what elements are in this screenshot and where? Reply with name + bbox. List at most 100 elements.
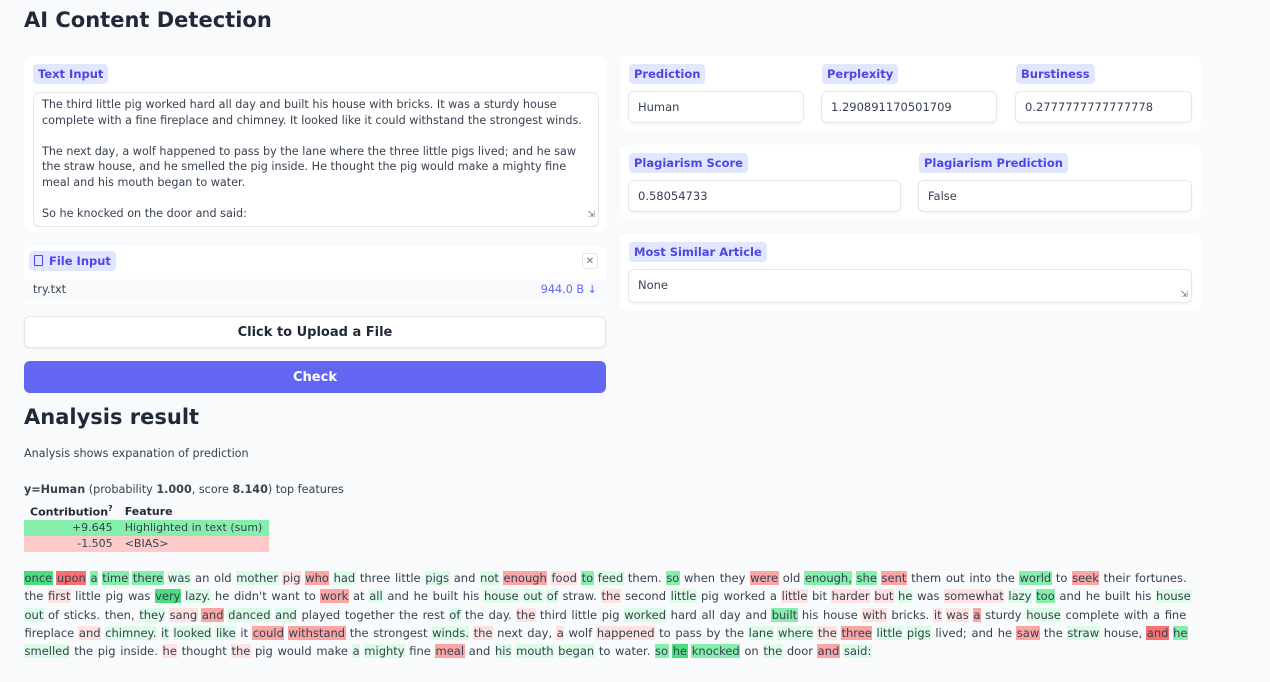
- token: wolf: [568, 625, 593, 640]
- contribution-header: Contribution?: [30, 504, 113, 519]
- token: water.: [615, 644, 651, 659]
- token: the: [1043, 625, 1063, 640]
- token: an: [195, 571, 210, 585]
- token: when: [684, 571, 716, 585]
- perplexity-field[interactable]: 1.290891170501709: [821, 91, 997, 123]
- token: it: [933, 607, 943, 622]
- file-size-download-link[interactable]: 944.0 B ↓: [541, 283, 597, 296]
- token: third: [539, 607, 567, 622]
- plagiarism-prediction-label: Plagiarism Prediction: [919, 153, 1068, 173]
- token: strongest: [373, 625, 428, 640]
- token: day.: [488, 607, 512, 622]
- prediction-summary: y=Human (probability 1.000, score 8.140)…: [24, 483, 344, 496]
- token: three: [840, 625, 873, 640]
- feature-cell: Highlighted in text (sum): [124, 521, 263, 535]
- token: who: [304, 571, 330, 585]
- token: the: [230, 644, 251, 659]
- check-button[interactable]: Check: [24, 361, 606, 393]
- token: upon: [56, 571, 87, 585]
- token: to: [1055, 571, 1068, 585]
- upload-file-button[interactable]: Click to Upload a File: [24, 316, 606, 348]
- probability-value: 1.000: [156, 483, 192, 496]
- token: he: [672, 644, 688, 659]
- token: they: [719, 571, 746, 585]
- token: didn't: [233, 589, 267, 604]
- feature-header: Feature: [124, 504, 173, 518]
- y-label: y=Human: [24, 483, 86, 496]
- token: his: [801, 607, 819, 622]
- clear-file-button[interactable]: ✕: [582, 253, 598, 269]
- prediction-field[interactable]: Human: [628, 91, 804, 123]
- token: lazy.: [184, 589, 211, 604]
- plagiarism-card: Plagiarism Score 0.58054733 Plagiarism P…: [620, 145, 1201, 220]
- token: to: [598, 644, 611, 659]
- token: sticks.: [63, 607, 101, 622]
- token: house: [822, 607, 858, 622]
- token: little: [75, 589, 101, 604]
- token: built: [1104, 589, 1131, 604]
- resize-handle-icon[interactable]: ⇲: [1180, 290, 1188, 300]
- token: there: [132, 571, 164, 585]
- resize-handle-icon[interactable]: ⇲: [587, 208, 595, 224]
- token: time: [101, 571, 129, 585]
- token: he: [162, 644, 178, 659]
- token: a: [1152, 607, 1161, 622]
- token: house: [483, 589, 520, 604]
- text-paragraph-1: The third little pig worked hard all day…: [42, 98, 582, 127]
- help-icon[interactable]: ?: [108, 504, 113, 513]
- token: the: [725, 625, 745, 640]
- token: was: [945, 607, 970, 622]
- text-input-textarea[interactable]: The third little pig worked hard all day…: [33, 92, 599, 227]
- metrics-card: Prediction Human Perplexity 1.2908911705…: [620, 56, 1201, 131]
- feature-cell: <BIAS>: [124, 537, 169, 551]
- token: the: [996, 571, 1015, 585]
- token: fine: [409, 644, 431, 659]
- token: together: [344, 607, 395, 622]
- token: on: [744, 644, 759, 659]
- token: a: [769, 589, 777, 604]
- token: he: [1172, 625, 1188, 640]
- token: said:: [843, 644, 872, 659]
- token: the: [399, 607, 418, 622]
- token: the: [74, 644, 94, 659]
- token: then,: [104, 607, 135, 622]
- token: next: [497, 625, 523, 640]
- token: enough: [503, 571, 548, 585]
- token: pigs: [906, 625, 932, 640]
- token: the: [515, 607, 536, 622]
- burstiness-field[interactable]: 0.2777777777777778: [1015, 91, 1192, 123]
- text-paragraph-2: The next day, a wolf happened to pass by…: [42, 144, 577, 189]
- token: and: [971, 625, 994, 640]
- plagiarism-score-field[interactable]: 0.58054733: [628, 180, 901, 212]
- token: house: [1025, 607, 1062, 622]
- text-paragraph-3: So he knocked on the door and said:: [42, 207, 247, 221]
- token: straw: [1066, 625, 1100, 640]
- most-similar-article-field[interactable]: None ⇲: [628, 269, 1192, 303]
- token: inside.: [120, 644, 158, 659]
- token: and: [817, 644, 840, 659]
- token: make: [316, 644, 348, 659]
- token: little: [571, 607, 598, 622]
- token: mother: [235, 571, 279, 585]
- token: of: [448, 607, 461, 622]
- plagiarism-prediction-field[interactable]: False: [918, 180, 1192, 212]
- token: of: [546, 589, 559, 604]
- token: old: [214, 571, 232, 585]
- token: saw: [1016, 625, 1040, 640]
- file-name: try.txt: [33, 283, 66, 296]
- token: the: [817, 625, 838, 640]
- token: it: [240, 625, 249, 640]
- analysis-description: Analysis shows expanation of prediction: [24, 447, 249, 460]
- text-input-card: Text Input The third little pig worked h…: [24, 56, 606, 232]
- token: complete: [1065, 607, 1120, 622]
- token: happened: [596, 625, 656, 640]
- token: was: [127, 589, 151, 604]
- token: somewhat: [943, 589, 1005, 604]
- token: danced: [227, 607, 271, 622]
- token: fine: [1164, 607, 1187, 622]
- token: once: [24, 571, 53, 585]
- token: first: [47, 589, 72, 604]
- token: little: [394, 571, 421, 585]
- token: little: [670, 589, 697, 604]
- token: by: [706, 625, 721, 640]
